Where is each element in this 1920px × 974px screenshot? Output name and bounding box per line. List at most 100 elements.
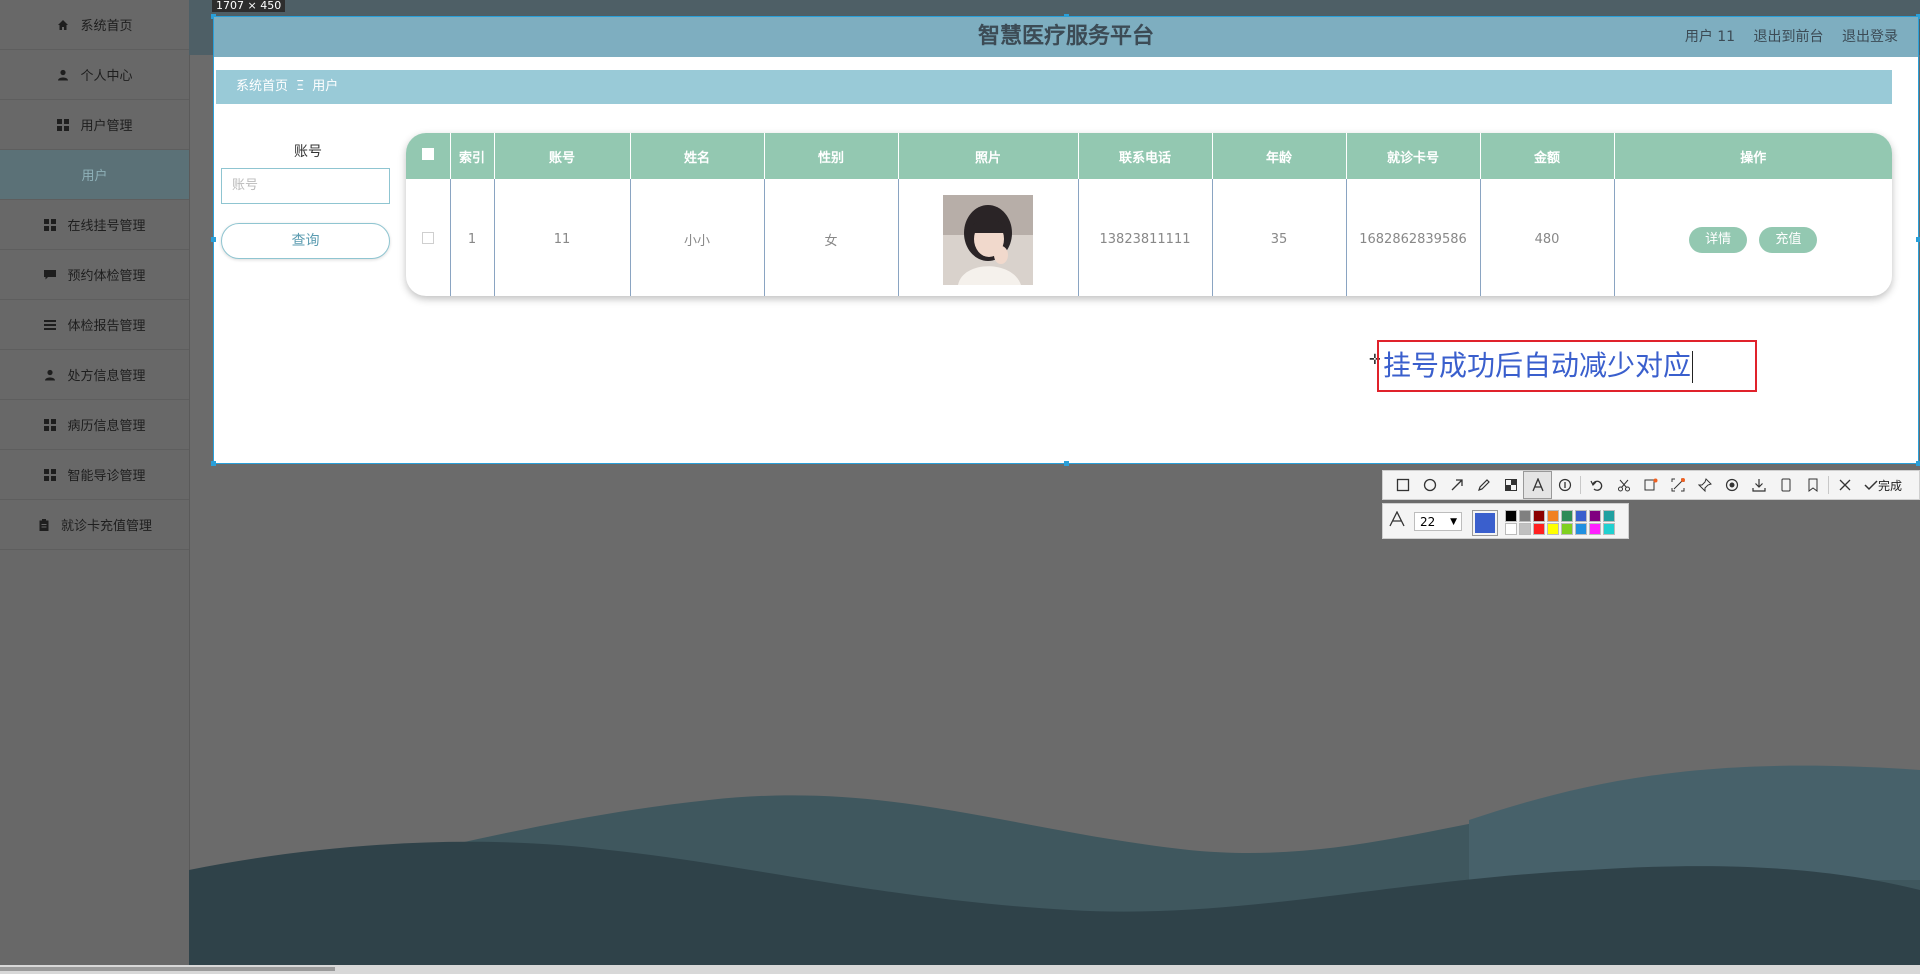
- pin-icon[interactable]: [1691, 472, 1718, 498]
- back-to-front-link[interactable]: 退出到前台: [1754, 29, 1824, 45]
- font-size-select[interactable]: 22 ▼: [1414, 512, 1462, 531]
- annotation-text: 挂号成功后自动减少对应: [1383, 349, 1692, 382]
- current-color-fill: [1475, 513, 1495, 533]
- search-input[interactable]: 账号: [221, 168, 390, 204]
- color-swatch[interactable]: [1603, 523, 1615, 535]
- sidebar-item-prescription[interactable]: 处方信息管理: [0, 350, 189, 400]
- sidebar-item-card-recharge[interactable]: 就诊卡充值管理: [0, 500, 189, 550]
- sidebar-item-checkup-booking[interactable]: 预约体检管理: [0, 250, 189, 300]
- current-user: 用户 11: [1684, 29, 1736, 45]
- scan-icon[interactable]: [1664, 472, 1691, 498]
- sidebar-item-label: 智能导诊管理: [67, 469, 146, 484]
- done-button[interactable]: 完成: [1864, 477, 1902, 494]
- resize-handle[interactable]: [1916, 461, 1920, 466]
- user-table: 索引 账号 姓名 性别 照片 联系电话 年龄 就诊卡号 金额 操作 1 11 小…: [406, 133, 1892, 296]
- chat-icon: [43, 268, 57, 282]
- sidebar-item-medical-record[interactable]: 病历信息管理: [0, 400, 189, 450]
- sidebar-item-label: 个人中心: [80, 69, 133, 84]
- color-swatch[interactable]: [1575, 523, 1587, 535]
- checkbox[interactable]: [421, 231, 434, 244]
- taskbar-strip: [0, 965, 1920, 974]
- annotation-textbox[interactable]: 挂号成功后自动减少对应: [1377, 340, 1757, 392]
- current-color-swatch[interactable]: [1472, 510, 1498, 536]
- detail-button[interactable]: 详情: [1689, 226, 1748, 253]
- cut-icon[interactable]: [1610, 472, 1637, 498]
- number-icon[interactable]: [1551, 472, 1578, 498]
- done-label: 完成: [1878, 478, 1903, 493]
- color-swatch[interactable]: [1505, 510, 1517, 522]
- query-button[interactable]: 查询: [221, 223, 390, 259]
- record-icon[interactable]: [1718, 472, 1745, 498]
- column-header: 金额: [1480, 133, 1615, 179]
- column-header: 联系电话: [1078, 133, 1213, 179]
- person-icon: [43, 368, 57, 382]
- app-header: 智慧医疗服务平台 用户 11 退出到前台 退出登录: [214, 17, 1918, 57]
- sidebar-item-checkup-report[interactable]: 体检报告管理: [0, 300, 189, 350]
- breadcrumb-home[interactable]: 系统首页: [236, 79, 288, 94]
- color-swatch[interactable]: [1533, 510, 1545, 522]
- color-swatch[interactable]: [1589, 510, 1601, 522]
- bookmark-icon[interactable]: [1799, 472, 1826, 498]
- home-icon: [56, 18, 70, 32]
- sidebar-item-label: 用户管理: [80, 119, 133, 134]
- color-swatch[interactable]: [1519, 510, 1531, 522]
- ocr-icon[interactable]: [1637, 472, 1664, 498]
- undo-icon[interactable]: [1583, 472, 1610, 498]
- pencil-icon[interactable]: [1470, 472, 1497, 498]
- sidebar-item-users[interactable]: 用户: [0, 150, 189, 200]
- column-header: 就诊卡号: [1346, 133, 1481, 179]
- sidebar-item-user-management[interactable]: 用户管理: [0, 100, 189, 150]
- sidebar: 系统首页 个人中心 用户管理 用户 在线挂号管理 预约体检管理 体检报告管理 处…: [0, 0, 190, 965]
- sidebar-item-smart-guide[interactable]: 智能导诊管理: [0, 450, 189, 500]
- column-header: 年龄: [1212, 133, 1347, 179]
- cell-card-no: 1682862839586: [1346, 179, 1481, 296]
- resize-handle[interactable]: [1916, 237, 1920, 242]
- checkbox[interactable]: [421, 148, 434, 160]
- color-swatch[interactable]: [1603, 510, 1615, 522]
- color-swatch[interactable]: [1533, 523, 1545, 535]
- select-all-checkbox[interactable]: [406, 133, 451, 179]
- column-header: 账号: [494, 133, 631, 179]
- mosaic-icon[interactable]: [1497, 472, 1524, 498]
- color-swatch[interactable]: [1589, 523, 1601, 535]
- save-icon[interactable]: [1745, 472, 1772, 498]
- device-icon[interactable]: [1772, 472, 1799, 498]
- color-swatch[interactable]: [1561, 523, 1573, 535]
- color-swatch[interactable]: [1547, 523, 1559, 535]
- breadcrumb-separator: Ξ: [296, 79, 305, 94]
- sidebar-item-label: 在线挂号管理: [67, 219, 146, 234]
- sidebar-item-profile[interactable]: 个人中心: [0, 50, 189, 100]
- row-checkbox-cell[interactable]: [406, 179, 451, 296]
- rectangle-icon[interactable]: [1389, 472, 1416, 498]
- sidebar-item-label: 就诊卡充值管理: [60, 519, 152, 534]
- close-icon[interactable]: [1831, 472, 1858, 498]
- sidebar-item-label: 处方信息管理: [67, 369, 146, 384]
- resize-handle[interactable]: [211, 237, 216, 242]
- resize-handle[interactable]: [1064, 461, 1069, 466]
- cell-actions: 详情 充值: [1614, 179, 1892, 296]
- color-swatch[interactable]: [1519, 523, 1531, 535]
- grid-icon: [43, 218, 57, 232]
- font-icon: [1389, 510, 1405, 532]
- recharge-button[interactable]: 充值: [1759, 226, 1818, 253]
- capture-region[interactable]: 智慧医疗服务平台 用户 11 退出到前台 退出登录 系统首页 Ξ 用户 账号 账号 …: [211, 14, 1920, 466]
- arrow-icon[interactable]: [1443, 472, 1470, 498]
- resize-handle[interactable]: [211, 461, 216, 466]
- grid-icon: [43, 418, 57, 432]
- color-swatch[interactable]: [1505, 523, 1517, 535]
- cell-age: 35: [1212, 179, 1347, 296]
- screenshot-toolbar: 完成: [1382, 470, 1920, 500]
- sidebar-item-home[interactable]: 系统首页: [0, 0, 189, 50]
- color-swatch[interactable]: [1561, 510, 1573, 522]
- ellipse-icon[interactable]: [1416, 472, 1443, 498]
- text-icon[interactable]: [1523, 471, 1552, 499]
- logout-link[interactable]: 退出登录: [1842, 29, 1898, 45]
- user-menu: 用户 11 退出到前台 退出登录: [1671, 17, 1898, 57]
- sidebar-item-online-registration[interactable]: 在线挂号管理: [0, 200, 189, 250]
- search-label: 账号: [294, 144, 322, 160]
- column-header: 性别: [764, 133, 899, 179]
- user-photo: [943, 194, 1033, 285]
- text-options-bar: 22 ▼: [1382, 503, 1629, 539]
- color-swatch[interactable]: [1547, 510, 1559, 522]
- color-swatch[interactable]: [1575, 510, 1587, 522]
